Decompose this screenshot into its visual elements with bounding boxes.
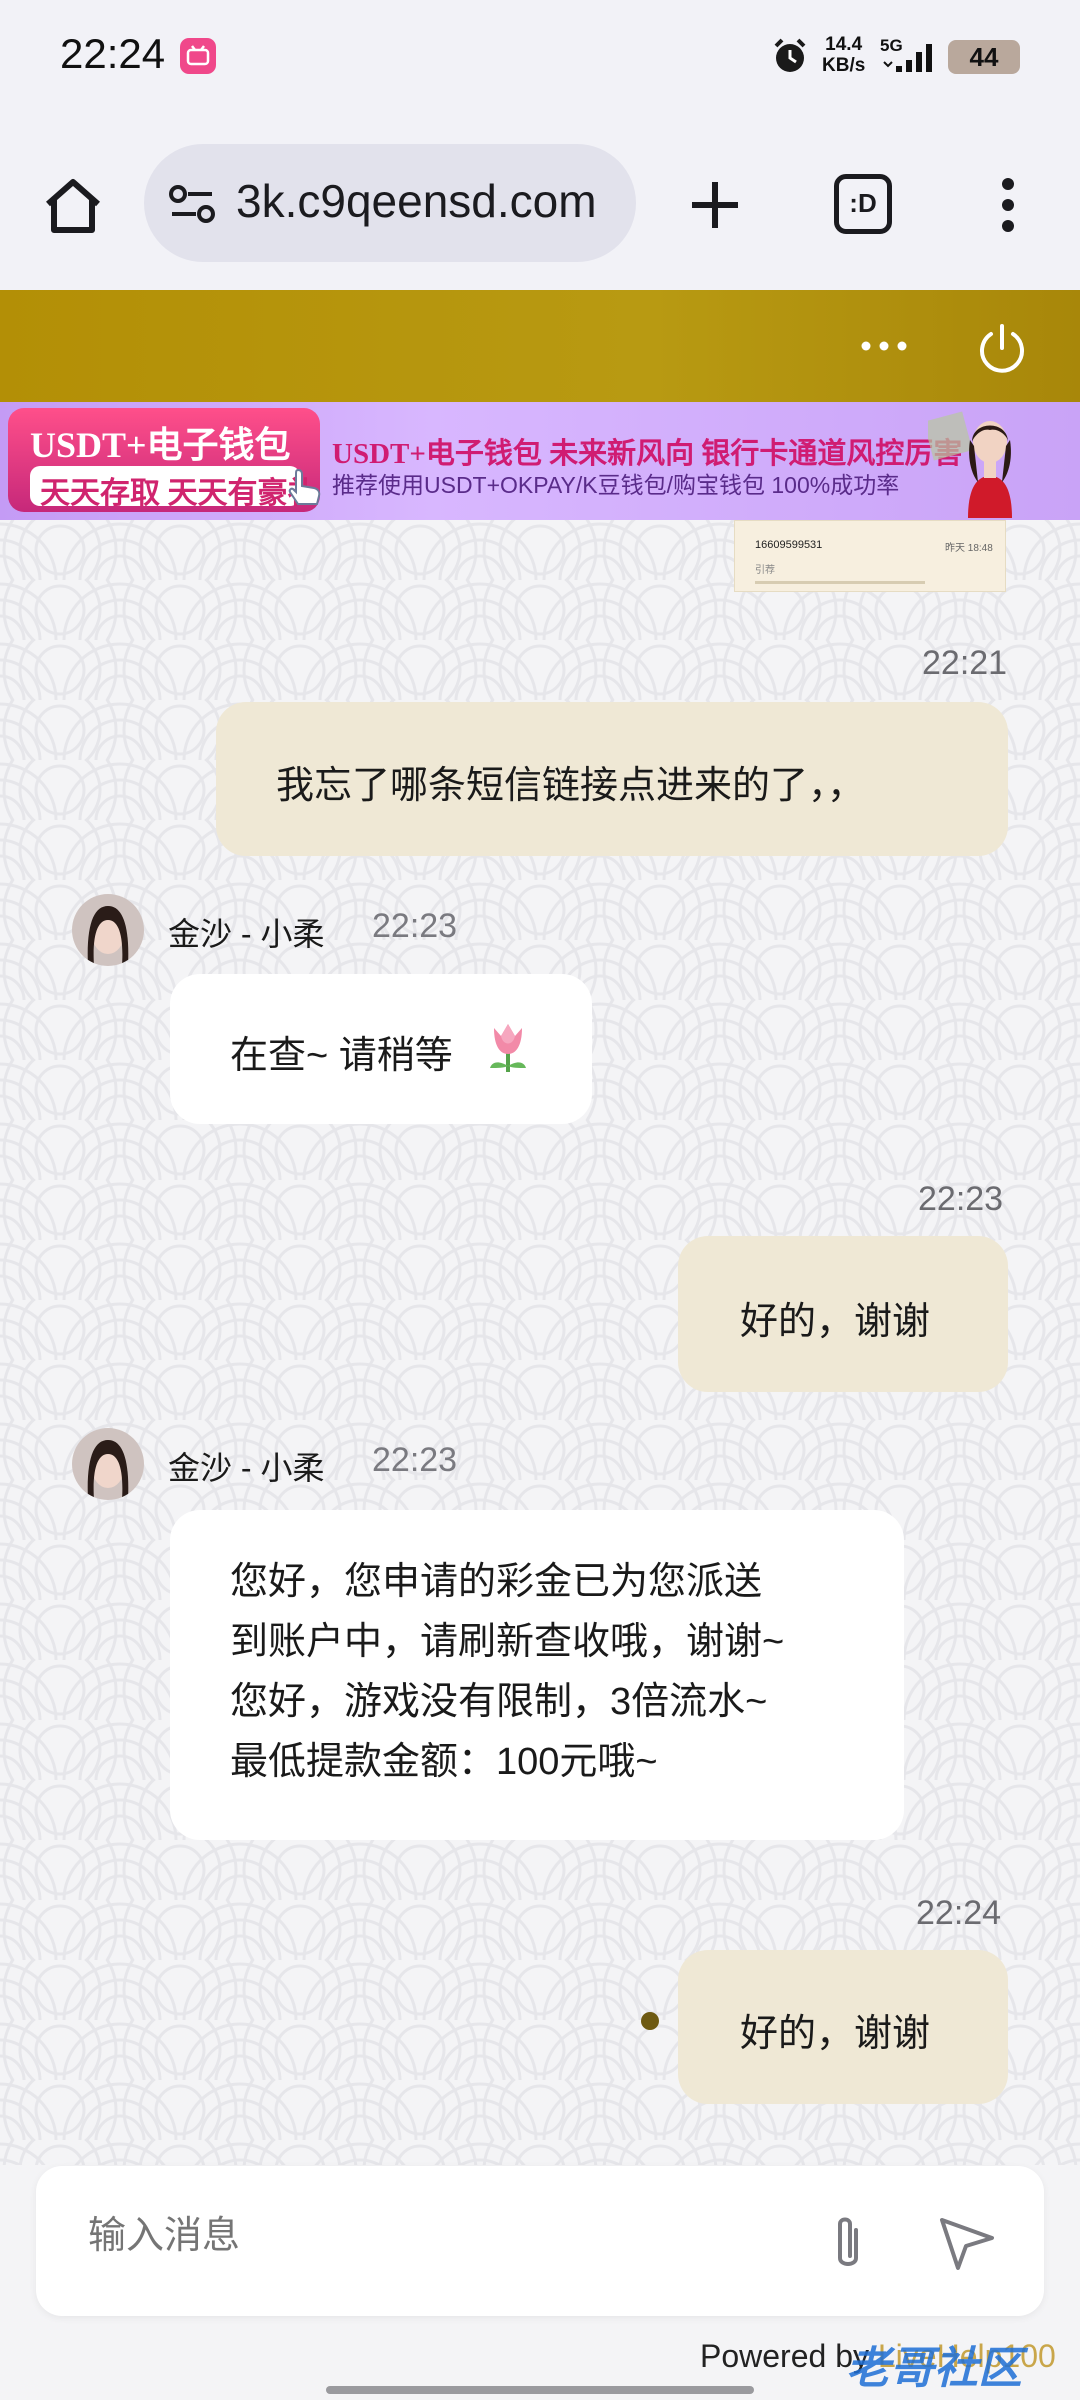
signal-icon: 5G bbox=[880, 36, 940, 76]
gesture-home-indicator[interactable] bbox=[326, 2386, 754, 2394]
promo-banner[interactable]: USDT+电子钱包 天天存取 天天有豪礼 USDT+电子钱包 未来新风向 银行卡… bbox=[0, 402, 1080, 520]
message-time: 22:23 bbox=[372, 907, 458, 945]
image-caption: 引荐 bbox=[755, 565, 775, 576]
banner-model-image bbox=[923, 406, 1048, 518]
message-text: 在查~ 请稍等 bbox=[230, 1035, 453, 1077]
network-speed-unit: KB/s bbox=[822, 55, 866, 76]
battery-level: 44 bbox=[969, 42, 999, 72]
status-time: 22:24 bbox=[60, 30, 166, 77]
banner-badge-subtitle-box: 天天存取 天天有豪礼 bbox=[30, 466, 318, 510]
url-text[interactable]: 3k.c9qeensd.com bbox=[236, 174, 597, 228]
agent-name: 金沙 - 小柔 bbox=[168, 1450, 325, 1486]
more-horizontal-icon bbox=[861, 341, 907, 351]
message-composer bbox=[36, 2166, 1044, 2316]
incoming-message[interactable]: 您好，您申请的彩金已为您派送 到账户中，请刷新查收哦，谢谢~ 您好，游戏没有限制… bbox=[170, 1510, 904, 1840]
message-line: 您好，游戏没有限制，3倍流水~ bbox=[230, 1681, 768, 1723]
tulip-emoji-icon bbox=[480, 1016, 536, 1084]
browser-menu-button[interactable] bbox=[980, 170, 1036, 240]
send-icon[interactable] bbox=[936, 2214, 998, 2272]
incoming-message[interactable]: 在查~ 请稍等 bbox=[170, 974, 592, 1124]
agent-name: 金沙 - 小柔 bbox=[168, 916, 325, 952]
banner-badge: USDT+电子钱包 天天存取 天天有豪礼 bbox=[8, 408, 320, 512]
outgoing-message[interactable]: 好的，谢谢 bbox=[678, 1950, 1008, 2104]
image-timestamp: 昨天 18:48 bbox=[945, 543, 993, 554]
agent-avatar bbox=[72, 1428, 144, 1500]
banner-badge-title: USDT+电子钱包 bbox=[30, 425, 291, 465]
new-tab-button[interactable] bbox=[680, 170, 750, 240]
message-line: 到账户中，请刷新查收哦，谢谢~ bbox=[230, 1621, 785, 1663]
message-line: 最低提款金额：100元哦~ bbox=[230, 1741, 658, 1783]
plus-icon bbox=[692, 182, 738, 228]
banner-subline: 推荐使用USDT+OKPAY/K豆钱包/购宝钱包 100%成功率 bbox=[332, 472, 900, 498]
app-notification-icon bbox=[180, 38, 216, 74]
outgoing-message[interactable]: 我忘了哪条短信链接点进来的了，， bbox=[216, 702, 1008, 856]
image-divider bbox=[755, 581, 925, 584]
home-icon bbox=[46, 179, 100, 233]
network-speed-value: 14.4 bbox=[825, 34, 863, 55]
message-time: 22:23 bbox=[372, 1441, 458, 1479]
message-line: 您好，您申请的彩金已为您派送 bbox=[230, 1561, 763, 1603]
network-speed: 14.4 KB/s bbox=[822, 34, 865, 76]
agent-avatar bbox=[72, 894, 144, 966]
home-button[interactable] bbox=[38, 170, 108, 240]
more-options-button[interactable] bbox=[856, 326, 912, 366]
attachment-icon[interactable] bbox=[820, 2212, 876, 2276]
power-icon bbox=[980, 324, 1024, 373]
message-time: 22:21 bbox=[922, 644, 1008, 682]
address-bar[interactable]: 3k.c9qeensd.com bbox=[144, 144, 636, 262]
end-chat-button[interactable] bbox=[972, 318, 1032, 378]
site-settings-icon[interactable] bbox=[168, 182, 216, 226]
banner-badge-subtitle: 天天存取 天天有豪礼 bbox=[40, 477, 318, 510]
unread-dot-icon bbox=[641, 2012, 659, 2030]
chat-messages[interactable]: 16609599531 昨天 18:48 引荐 22:21 我忘了哪条短信链接点… bbox=[0, 520, 1080, 2165]
message-time: 22:23 bbox=[918, 1180, 1004, 1218]
more-vertical-icon bbox=[1002, 178, 1014, 232]
watermark-logo: 老哥社区 bbox=[846, 2344, 1022, 2393]
tab-switcher-button[interactable]: :D bbox=[834, 174, 892, 234]
message-input[interactable] bbox=[86, 2214, 790, 2259]
alarm-icon bbox=[770, 36, 810, 76]
chat-header bbox=[0, 290, 1080, 402]
outgoing-message[interactable]: 好的，谢谢 bbox=[678, 1236, 1008, 1392]
message-time: 22:24 bbox=[916, 1894, 1002, 1932]
pointer-hand-icon bbox=[284, 466, 324, 508]
image-phone-number: 16609599531 bbox=[755, 539, 823, 551]
battery-indicator: 44 bbox=[948, 40, 1020, 74]
image-message[interactable]: 16609599531 昨天 18:48 引荐 bbox=[734, 520, 1006, 592]
